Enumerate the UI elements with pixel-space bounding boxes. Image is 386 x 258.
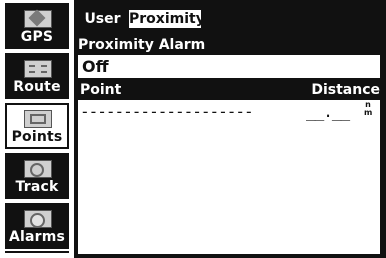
distance-unit-bottom: m bbox=[364, 108, 373, 117]
route-icon bbox=[24, 60, 52, 78]
point-name-placeholder[interactable]: -------------------- bbox=[80, 101, 254, 123]
distance-placeholder[interactable]: __.__ bbox=[306, 101, 350, 123]
sidebar: GPS Route Points Track Alarms bbox=[0, 0, 74, 258]
proximity-alarm-field[interactable]: Off bbox=[78, 55, 380, 78]
column-point-header: Point bbox=[80, 82, 122, 98]
sidebar-item-label: Alarms bbox=[8, 229, 66, 245]
tab-proximity[interactable]: Proximity bbox=[127, 8, 205, 30]
sidebar-item-track[interactable]: Track bbox=[5, 153, 69, 199]
column-distance-header: Distance bbox=[311, 82, 380, 98]
proximity-panel: User Proximity Proximity Alarm Off Point… bbox=[74, 0, 386, 258]
gps-proximity-screen: GPS Route Points Track Alarms User Proxi… bbox=[0, 0, 386, 258]
sidebar-item-label: Points bbox=[11, 129, 63, 145]
track-icon bbox=[24, 160, 52, 178]
distance-unit: n m bbox=[364, 101, 372, 117]
sidebar-item-points[interactable]: Points bbox=[5, 103, 69, 149]
alarm-clock-icon bbox=[24, 210, 52, 228]
sidebar-bottom-divider bbox=[5, 251, 69, 253]
table-row[interactable]: -------------------- __.__ n m bbox=[78, 101, 380, 123]
sidebar-item-label: Track bbox=[15, 179, 59, 195]
satellite-icon bbox=[24, 10, 52, 28]
sidebar-item-gps[interactable]: GPS bbox=[5, 3, 69, 49]
points-table: -------------------- __.__ n m bbox=[78, 100, 380, 254]
proximity-alarm-label: Proximity Alarm bbox=[78, 37, 206, 53]
sidebar-item-label: GPS bbox=[20, 29, 54, 45]
sidebar-item-route[interactable]: Route bbox=[5, 53, 69, 99]
sidebar-item-label: Route bbox=[13, 79, 61, 95]
sidebar-item-alarms[interactable]: Alarms bbox=[5, 203, 69, 249]
waypoint-flag-icon bbox=[24, 110, 52, 128]
points-table-header: Point Distance bbox=[78, 80, 384, 100]
tab-user[interactable]: User bbox=[78, 8, 127, 30]
